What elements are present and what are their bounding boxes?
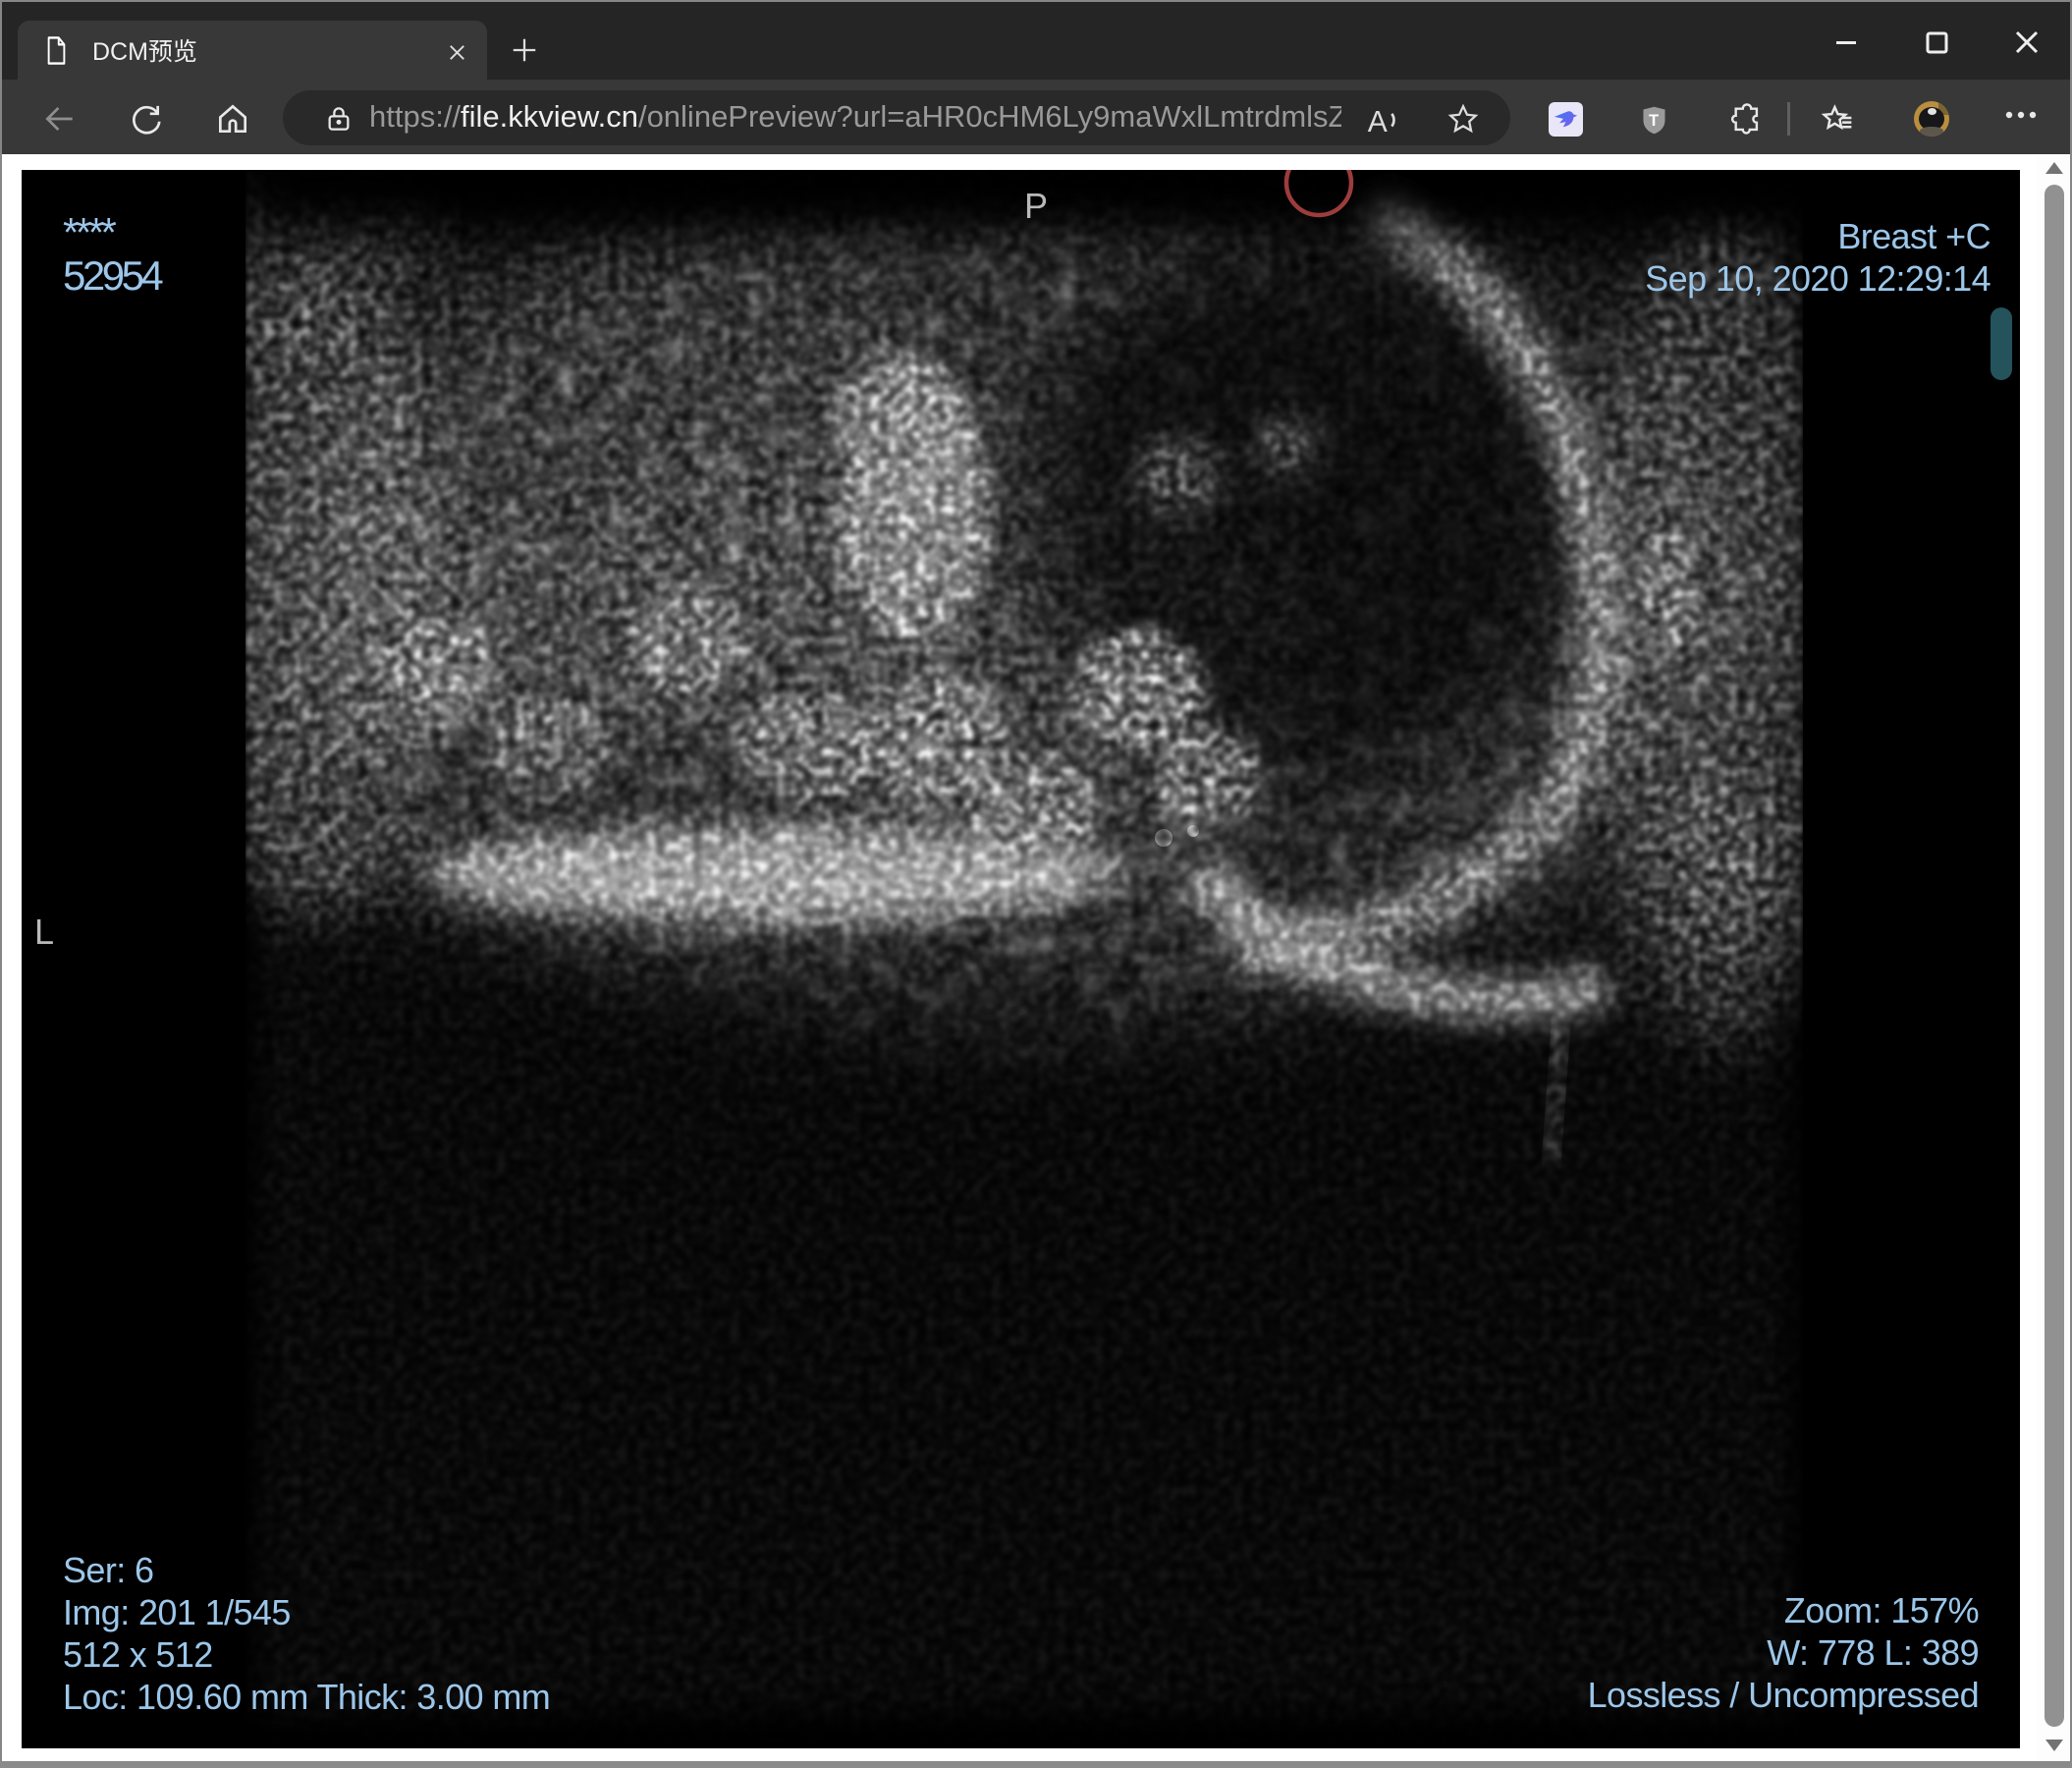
svg-text:T: T (1649, 112, 1659, 130)
svg-text:A: A (1368, 106, 1388, 138)
